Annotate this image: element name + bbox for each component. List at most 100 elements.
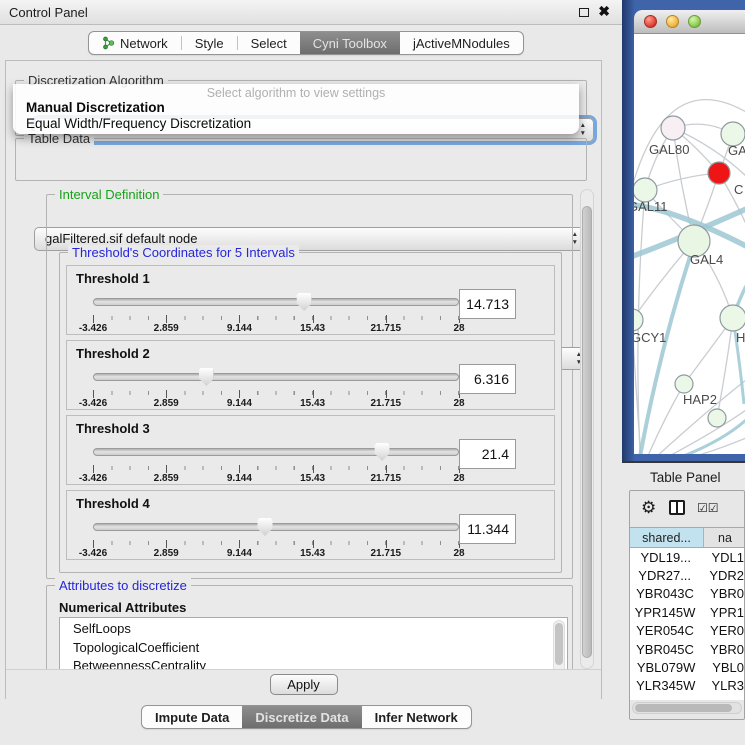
slider-thumb[interactable] [297, 293, 312, 311]
slider-ticks [93, 465, 459, 473]
threshold-slider[interactable]: -3.4262.8599.14415.4321.71528 [93, 517, 459, 557]
table-data-group: Table Data galFiltered.sif default node … [15, 138, 587, 181]
tab-cyni-toolbox[interactable]: Cyni Toolbox [300, 32, 400, 54]
slider-ticks [93, 540, 459, 548]
select-columns-checkboxes-icon[interactable]: ☑☑ [697, 501, 719, 515]
table-row[interactable]: YDL19...YDL1 [630, 548, 744, 566]
tab-select[interactable]: Select [238, 32, 300, 54]
slider-track[interactable] [93, 373, 459, 381]
algorithm-dropdown-popup: Select algorithm to view settings Manual… [13, 84, 579, 134]
interval-definition-group: Interval Definition Number of Intervals … [46, 194, 573, 579]
table-panel-title: Table Panel [650, 470, 721, 485]
network-window-titlebar[interactable] [634, 10, 745, 34]
table-row[interactable]: YLR345WYLR3 [630, 677, 744, 695]
table-hscrollbar[interactable] [632, 702, 742, 714]
threshold-value-field[interactable]: 14.713 [459, 289, 516, 319]
threshold-value-field[interactable]: 21.4 [459, 439, 516, 469]
slider-track[interactable] [93, 523, 459, 531]
dropdown-option-equal-width[interactable]: Equal Width/Frequency Discretization [13, 116, 579, 132]
threshold-slider[interactable]: -3.4262.8599.14415.4321.71528 [93, 442, 459, 482]
tab-impute-data[interactable]: Impute Data [142, 706, 242, 728]
tab-infer-network[interactable]: Infer Network [362, 706, 471, 728]
attribute-item[interactable]: SelfLoops [60, 620, 551, 639]
network-node-label: H [736, 330, 745, 345]
slider-tick-labels: -3.4262.8599.14415.4321.71528 [93, 323, 459, 335]
table-row[interactable]: YDR27...YDR2 [630, 566, 744, 584]
combo-stepper-icon: ▲▼ [580, 122, 586, 138]
table-row[interactable]: YBR045CYBR0 [630, 640, 744, 658]
threshold-value-field[interactable]: 11.344 [459, 514, 516, 544]
dropdown-hint: Select algorithm to view settings [13, 84, 579, 100]
tab-jactivemnodules-label: jActiveMNodules [413, 36, 510, 51]
network-node[interactable] [675, 375, 693, 393]
panel-scrollbar[interactable] [580, 189, 594, 669]
network-node[interactable] [708, 162, 730, 184]
interval-definition-title: Interval Definition [55, 187, 163, 202]
table-panel-body: ⚙ ☑☑ shared... na YDL19...YDL1YDR27...YD… [629, 490, 745, 720]
slider-tick-labels: -3.4262.8599.14415.4321.71528 [93, 548, 459, 560]
tab-select-label: Select [251, 36, 287, 51]
table-row[interactable]: YER054CYER0 [630, 622, 744, 640]
table-header: shared... na [630, 527, 744, 548]
column-header-shared[interactable]: shared... [630, 528, 704, 547]
network-node[interactable] [720, 305, 745, 331]
close-traffic-light-icon[interactable] [644, 15, 657, 28]
float-window-icon[interactable] [579, 8, 589, 17]
network-nodes[interactable]: GAL80GACGAL11GAL4GCY1HHAP2 [634, 116, 745, 427]
threshold-value-field[interactable]: 6.316 [459, 364, 516, 394]
network-icon [102, 36, 115, 50]
threshold-box: Threshold 1 -3.4262.8599.14415.4321.7152… [66, 265, 555, 335]
tab-jactivemnodules[interactable]: jActiveMNodules [400, 32, 523, 54]
network-node[interactable] [708, 409, 726, 427]
table-toolbar: ⚙ ☑☑ [630, 491, 744, 527]
network-node-label: GCY1 [634, 330, 666, 345]
network-node[interactable] [661, 116, 685, 140]
settings-gear-icon[interactable]: ⚙ [641, 498, 656, 518]
numerical-attributes-heading: Numerical Attributes [59, 600, 186, 615]
slider-thumb[interactable] [199, 368, 214, 386]
attribute-item[interactable]: TopologicalCoefficient [60, 639, 551, 658]
apply-button[interactable]: Apply [270, 674, 338, 695]
network-canvas[interactable]: GAL80GACGAL11GAL4GCY1HHAP2 [634, 34, 745, 454]
tab-network-label: Network [120, 36, 168, 51]
control-panel-titlebar: Control Panel ✖ [0, 0, 622, 25]
app-root: Control Panel ✖ Network [0, 0, 745, 745]
table-hscrollbar-thumb[interactable] [635, 704, 732, 712]
slider-track[interactable] [93, 298, 459, 306]
top-tab-row: Network Style Select Cyni Toolbox jActiv… [0, 26, 622, 59]
tab-network[interactable]: Network [89, 32, 181, 54]
network-node-label: GA [728, 143, 745, 158]
threshold-label: Threshold 3 [76, 421, 150, 436]
table-row[interactable]: YIL053CYIL0 [630, 695, 744, 700]
column-header-name[interactable]: na [704, 528, 744, 547]
threshold-box: Threshold 3 -3.4262.8599.14415.4321.7152… [66, 415, 555, 485]
threshold-label: Threshold 2 [76, 346, 150, 361]
network-node-label: C [734, 182, 743, 197]
threshold-slider[interactable]: -3.4262.8599.14415.4321.71528 [93, 367, 459, 407]
table-rows: YDL19...YDL1YDR27...YDR2YBR043CYBR0YPR14… [630, 548, 744, 700]
network-node-label: HAP2 [683, 392, 717, 407]
tab-style[interactable]: Style [182, 32, 237, 54]
columns-icon[interactable] [669, 500, 685, 515]
tab-discretize-data[interactable]: Discretize Data [242, 706, 361, 728]
slider-thumb[interactable] [375, 443, 390, 461]
table-row[interactable]: YBR043CYBR0 [630, 585, 744, 603]
cyni-toolbox-panel: Discretization Algorithm ▲▼ Table Data g… [5, 60, 602, 699]
slider-ticks [93, 390, 459, 398]
attributes-title: Attributes to discretize [55, 578, 191, 593]
network-node[interactable] [634, 309, 643, 331]
dropdown-option-manual[interactable]: Manual Discretization [13, 100, 579, 116]
bottom-tab-row: Impute Data Discretize Data Infer Networ… [0, 702, 622, 734]
table-row[interactable]: YBL079WYBL0 [630, 658, 744, 676]
slider-track[interactable] [93, 448, 459, 456]
table-row[interactable]: YPR145WYPR1 [630, 603, 744, 621]
list-scrollbar-thumb[interactable] [555, 623, 563, 665]
top-tab-bar: Network Style Select Cyni Toolbox jActiv… [88, 31, 524, 55]
minimize-traffic-light-icon[interactable] [666, 15, 679, 28]
close-icon[interactable]: ✖ [598, 3, 610, 20]
threshold-slider[interactable]: -3.4262.8599.14415.4321.71528 [93, 292, 459, 332]
panel-scrollbar-thumb[interactable] [582, 206, 592, 658]
slider-thumb[interactable] [258, 518, 273, 536]
zoom-traffic-light-icon[interactable] [688, 15, 701, 28]
right-side: GAL80GACGAL11GAL4GCY1HHAP2 Table Panel ⚙… [622, 0, 745, 745]
